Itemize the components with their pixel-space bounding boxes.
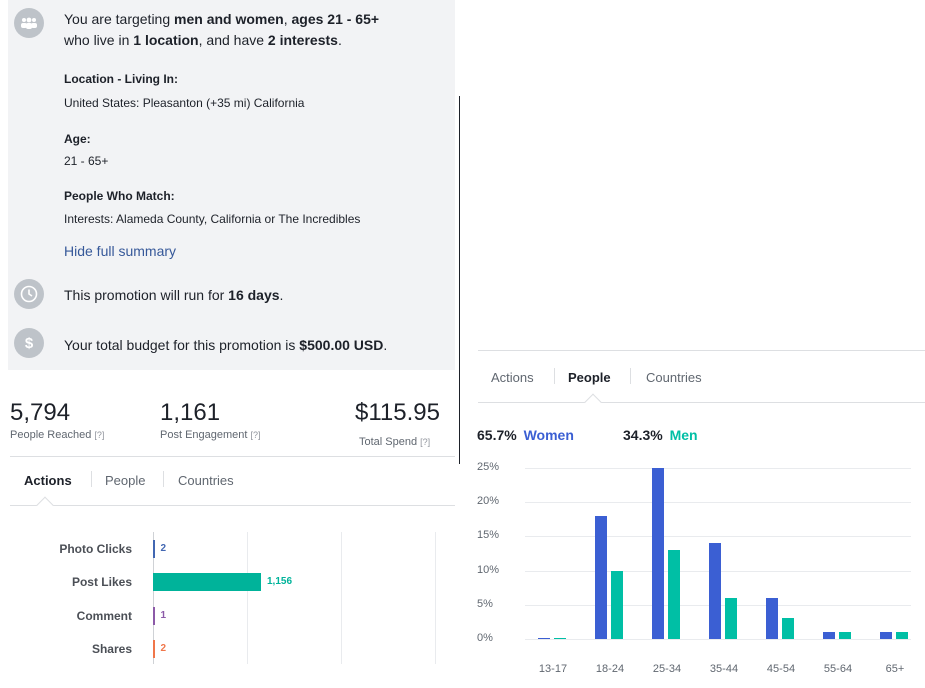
- action-value: 1,156: [267, 576, 293, 587]
- tab-actions[interactable]: Actions: [24, 473, 72, 488]
- tabs-divider: [10, 505, 455, 506]
- action-bar: [153, 573, 261, 591]
- x-tick-label: 13-17: [538, 663, 568, 675]
- action-bar: [153, 607, 155, 625]
- gridline: [525, 468, 911, 469]
- action-bar: [153, 540, 155, 558]
- age-bar-women: [595, 515, 607, 639]
- tab-separator: [630, 368, 631, 384]
- action-label: Comment: [76, 609, 132, 623]
- location-value: United States: Pleasanton (+35 mi) Calif…: [64, 96, 305, 110]
- people-reached-label: People Reached [?]: [10, 429, 105, 441]
- tab-countries-right[interactable]: Countries: [646, 370, 702, 385]
- help-icon[interactable]: [?]: [251, 430, 261, 440]
- tab-indicator: [584, 393, 602, 411]
- action-bar: [153, 640, 155, 658]
- duration-text: This promotion will run for 16 days.: [64, 287, 284, 303]
- tab-people[interactable]: People: [105, 473, 145, 488]
- age-label: Age:: [64, 132, 91, 146]
- gridline: [525, 639, 911, 640]
- post-engagement-value: 1,161: [160, 399, 221, 426]
- action-label: Photo Clicks: [59, 542, 132, 556]
- dollar-icon: $: [14, 328, 44, 358]
- x-tick-label: 25-34: [652, 663, 682, 675]
- age-bar-women: [538, 637, 550, 639]
- x-tick-label: 18-24: [595, 663, 625, 675]
- x-tick-label: 65+: [885, 663, 905, 675]
- x-tick-label: 45-54: [766, 663, 796, 675]
- gridline: [247, 532, 248, 664]
- age-bar-men: [554, 637, 566, 639]
- budget-text: Your total budget for this promotion is …: [64, 337, 388, 353]
- help-icon[interactable]: [?]: [94, 430, 104, 440]
- audience-description: You are targeting men and women, ages 21…: [64, 11, 380, 48]
- gridline: [341, 532, 342, 664]
- age-bar-men: [839, 632, 851, 639]
- hide-summary-link[interactable]: Hide full summary: [64, 243, 176, 259]
- people-top-divider: [478, 350, 925, 351]
- match-label: People Who Match:: [64, 189, 175, 203]
- x-tick-label: 55-64: [823, 663, 853, 675]
- people-tabs-divider: [478, 402, 925, 403]
- y-tick-label: 15%: [477, 529, 500, 542]
- audience-summary-panel: You are targeting men and women, ages 21…: [8, 0, 455, 370]
- tab-separator: [91, 471, 92, 487]
- total-spend-label: Total Spend [?]: [359, 436, 431, 448]
- age-bar-men: [896, 632, 908, 639]
- age-bar-men: [725, 597, 737, 639]
- age-bar-women: [766, 597, 778, 639]
- y-tick-label: 20%: [477, 495, 500, 508]
- age-bar-men: [668, 550, 680, 639]
- age-bar-women: [823, 632, 835, 639]
- people-reached-value: 5,794: [10, 399, 71, 426]
- tab-actions-right[interactable]: Actions: [491, 370, 534, 385]
- audience-icon: [14, 8, 44, 38]
- action-value: 1: [160, 610, 167, 621]
- action-value: 2: [160, 543, 167, 554]
- gridline: [435, 532, 436, 664]
- women-percent: 65.7% Women: [477, 427, 574, 443]
- y-tick-label: 10%: [477, 563, 500, 576]
- x-tick-label: 35-44: [709, 663, 739, 675]
- gridline: [525, 536, 911, 538]
- stats-divider: [10, 456, 455, 457]
- location-label: Location - Living In:: [64, 72, 178, 86]
- tab-people-right[interactable]: People: [568, 370, 611, 385]
- age-bar-women: [652, 468, 664, 639]
- post-engagement-label: Post Engagement [?]: [160, 429, 261, 441]
- tab-separator: [554, 368, 555, 384]
- age-value: 21 - 65+: [64, 154, 109, 168]
- action-value: 2: [160, 643, 167, 654]
- y-tick-label: 5%: [477, 597, 493, 610]
- age-bar-men: [611, 570, 623, 639]
- clock-icon: [14, 279, 44, 309]
- age-bar-men: [782, 618, 794, 639]
- help-icon[interactable]: [?]: [420, 437, 430, 447]
- action-label: Shares: [91, 642, 132, 656]
- match-value: Interests: Alameda County, California or…: [64, 212, 361, 226]
- tab-countries[interactable]: Countries: [178, 473, 234, 488]
- age-bar-women: [709, 543, 721, 639]
- age-bar-women: [880, 632, 892, 639]
- panel-divider: [459, 96, 460, 464]
- total-spend-value: $115.95: [355, 399, 440, 426]
- action-label: Post Likes: [71, 575, 132, 589]
- y-tick-label: 0%: [477, 632, 493, 644]
- men-percent: 34.3% Men: [623, 427, 698, 443]
- tab-indicator: [36, 496, 54, 514]
- gridline: [525, 502, 911, 504]
- tab-separator: [163, 471, 164, 487]
- y-tick-label: 25%: [477, 461, 500, 473]
